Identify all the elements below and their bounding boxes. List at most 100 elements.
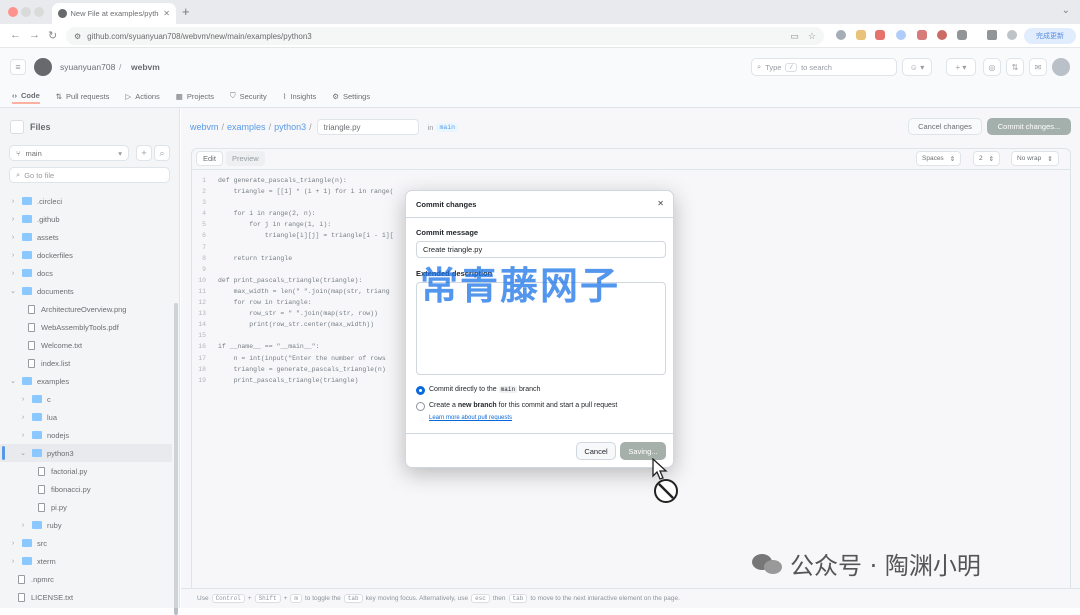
tab-code[interactable]: ‹› Code — [12, 88, 40, 104]
code-line[interactable]: 17 n = int(input("Enter the number of ro… — [192, 353, 394, 364]
commit-changes-button[interactable]: Commit changes... — [987, 118, 1071, 135]
tree-folder[interactable]: › .circleci — [0, 192, 172, 210]
minimize-window-icon[interactable] — [21, 7, 31, 17]
code-lines[interactable]: 1 def generate_pascals_triangle(n): 2 tria… — [192, 175, 394, 386]
code-line[interactable]: 1 def generate_pascals_triangle(n): — [192, 175, 394, 186]
code-line[interactable]: 9 — [192, 264, 394, 275]
menu-icon[interactable]: ≡ — [10, 59, 26, 75]
site-info-icon[interactable]: ⚙ — [74, 32, 81, 41]
tree-folder[interactable]: › docs — [0, 264, 172, 282]
code-line[interactable]: 2 triangle = [[1] * (i + 1) for i in ran… — [192, 186, 393, 197]
tree-file[interactable]: ArchitectureOverview.png — [0, 300, 172, 318]
issues-icon[interactable]: ◎ — [983, 58, 1001, 76]
tree-folder[interactable]: ⌄ examples — [0, 372, 172, 390]
tree-file[interactable]: index.list — [0, 354, 172, 372]
branch-selector[interactable]: ⑂ main ▾ — [9, 145, 129, 161]
tab-projects[interactable]: ▦ Projects — [176, 88, 214, 104]
extensions-puzzle-icon[interactable] — [957, 30, 967, 40]
download-icon[interactable] — [987, 30, 997, 40]
tab-insights[interactable]: ⌇ Insights — [283, 88, 317, 104]
tree-file[interactable]: LICENSE.txt — [0, 588, 172, 606]
search-files-button[interactable]: ⌕ — [154, 145, 170, 161]
cancel-changes-button[interactable]: Cancel changes — [908, 118, 982, 135]
extension-icon[interactable] — [836, 30, 846, 40]
tree-folder[interactable]: ⌄ python3 — [0, 444, 172, 462]
indent-mode-select[interactable]: Spaces ⇕ — [916, 151, 962, 166]
pull-requests-icon[interactable]: ⇅ — [1006, 58, 1024, 76]
new-branch-label[interactable]: Create a new branch for this commit and … — [429, 402, 617, 409]
close-window-icon[interactable] — [8, 7, 18, 17]
cast-icon[interactable]: ▭ — [790, 31, 799, 42]
forward-icon[interactable]: → — [29, 29, 40, 41]
filename-input[interactable]: triangle.py — [316, 119, 419, 135]
extension-icon[interactable] — [917, 30, 927, 40]
sidebar-scrollbar[interactable] — [174, 303, 178, 615]
tab-pull-requests[interactable]: ⇅ Pull requests — [56, 88, 110, 104]
profile-icon[interactable] — [1007, 30, 1017, 40]
breadcrumb-link[interactable]: webvm — [190, 122, 219, 132]
maximize-window-icon[interactable] — [34, 7, 44, 17]
tree-folder[interactable]: › c — [0, 390, 172, 408]
wrap-mode-select[interactable]: No wrap ⇕ — [1011, 151, 1059, 166]
tab-preview[interactable]: Preview — [226, 151, 265, 166]
breadcrumb-link[interactable]: python3 — [274, 122, 306, 132]
copilot-button[interactable]: ☺ ▾ — [902, 58, 932, 76]
indent-size-select[interactable]: 2 ⇕ — [973, 151, 1001, 166]
tab-security[interactable]: ⛉ Security — [230, 88, 267, 104]
tree-file[interactable]: .npmrc — [0, 570, 172, 588]
tab-actions[interactable]: ▷ Actions — [125, 88, 159, 104]
code-line[interactable]: 7 — [192, 242, 394, 253]
new-tab-icon[interactable]: + — [182, 4, 190, 19]
reload-icon[interactable]: ↻ — [48, 29, 57, 42]
extension-icon[interactable] — [875, 30, 885, 40]
browser-tab[interactable]: New File at examples/python3 ✕ — [52, 3, 176, 24]
new-branch-radio[interactable] — [416, 402, 425, 411]
create-new-button[interactable]: + ▾ — [946, 58, 976, 76]
extension-icon[interactable] — [896, 30, 906, 40]
address-bar[interactable]: ⚙ github.com/syuanyuan708/webvm/new/main… — [66, 27, 824, 45]
code-line[interactable]: 5 for j in range(1, i): — [192, 219, 394, 230]
tree-folder[interactable]: › xterm — [0, 552, 172, 570]
inbox-icon[interactable]: ✉ — [1029, 58, 1047, 76]
code-line[interactable]: 4 for i in range(2, n): — [192, 208, 394, 219]
tab-search-chevron-icon[interactable]: ⌄ — [1062, 5, 1070, 16]
code-line[interactable]: 3 — [192, 197, 394, 208]
code-line[interactable]: 19 print_pascals_triangle(triangle) — [192, 375, 394, 386]
close-icon[interactable]: ✕ — [657, 199, 664, 208]
bookmark-star-icon[interactable]: ☆ — [808, 31, 816, 42]
tab-settings[interactable]: ⚙ Settings — [332, 88, 370, 104]
avatar[interactable] — [1052, 58, 1070, 76]
go-to-file-input[interactable]: ⌕ Go to file — [9, 167, 170, 183]
breadcrumb-link[interactable]: examples — [227, 122, 266, 132]
github-logo-icon[interactable] — [34, 58, 52, 76]
tree-file[interactable]: pi.py — [0, 498, 172, 516]
repo-name-link[interactable]: webvm — [131, 62, 160, 72]
code-line[interactable]: 18 triangle = generate_pascals_triangle(… — [192, 364, 394, 375]
tree-folder[interactable]: ⌄ documents — [0, 282, 172, 300]
repo-owner-link[interactable]: syuanyuan708 — [60, 62, 115, 72]
code-line[interactable]: 15 — [192, 330, 394, 341]
tree-folder[interactable]: › src — [0, 534, 172, 552]
cancel-button[interactable]: Cancel — [576, 442, 616, 460]
tree-file[interactable]: factorial.py — [0, 462, 172, 480]
update-button[interactable]: 完成更新 — [1024, 28, 1076, 44]
tree-folder[interactable]: › lua — [0, 408, 172, 426]
extension-icon[interactable] — [937, 30, 947, 40]
tree-folder[interactable]: › assets — [0, 228, 172, 246]
tab-edit[interactable]: Edit — [196, 151, 223, 166]
close-tab-icon[interactable]: ✕ — [163, 9, 170, 18]
code-line[interactable]: 14 print(row_str.center(max_width)) — [192, 319, 394, 330]
code-line[interactable]: 11 max_width = len(" ".join(map(str, tri… — [192, 286, 394, 297]
extension-icon[interactable] — [856, 30, 866, 40]
back-icon[interactable]: ← — [10, 29, 21, 41]
commit-directly-label[interactable]: Commit directly to the main branch — [429, 386, 540, 393]
code-line[interactable]: 13 row_str = " ".join(map(str, row)) — [192, 308, 394, 319]
code-line[interactable]: 16 if __name__ == "__main__": — [192, 341, 394, 352]
search-input[interactable]: ⌕ Type / to search — [751, 58, 897, 76]
commit-directly-radio[interactable] — [416, 386, 425, 395]
code-line[interactable]: 8 return triangle — [192, 253, 394, 264]
tree-file[interactable]: fibonacci.py — [0, 480, 172, 498]
collapse-sidebar-icon[interactable] — [10, 120, 24, 134]
code-line[interactable]: 10 def print_pascals_triangle(triangle): — [192, 275, 394, 286]
tree-folder[interactable]: › ruby — [0, 516, 172, 534]
